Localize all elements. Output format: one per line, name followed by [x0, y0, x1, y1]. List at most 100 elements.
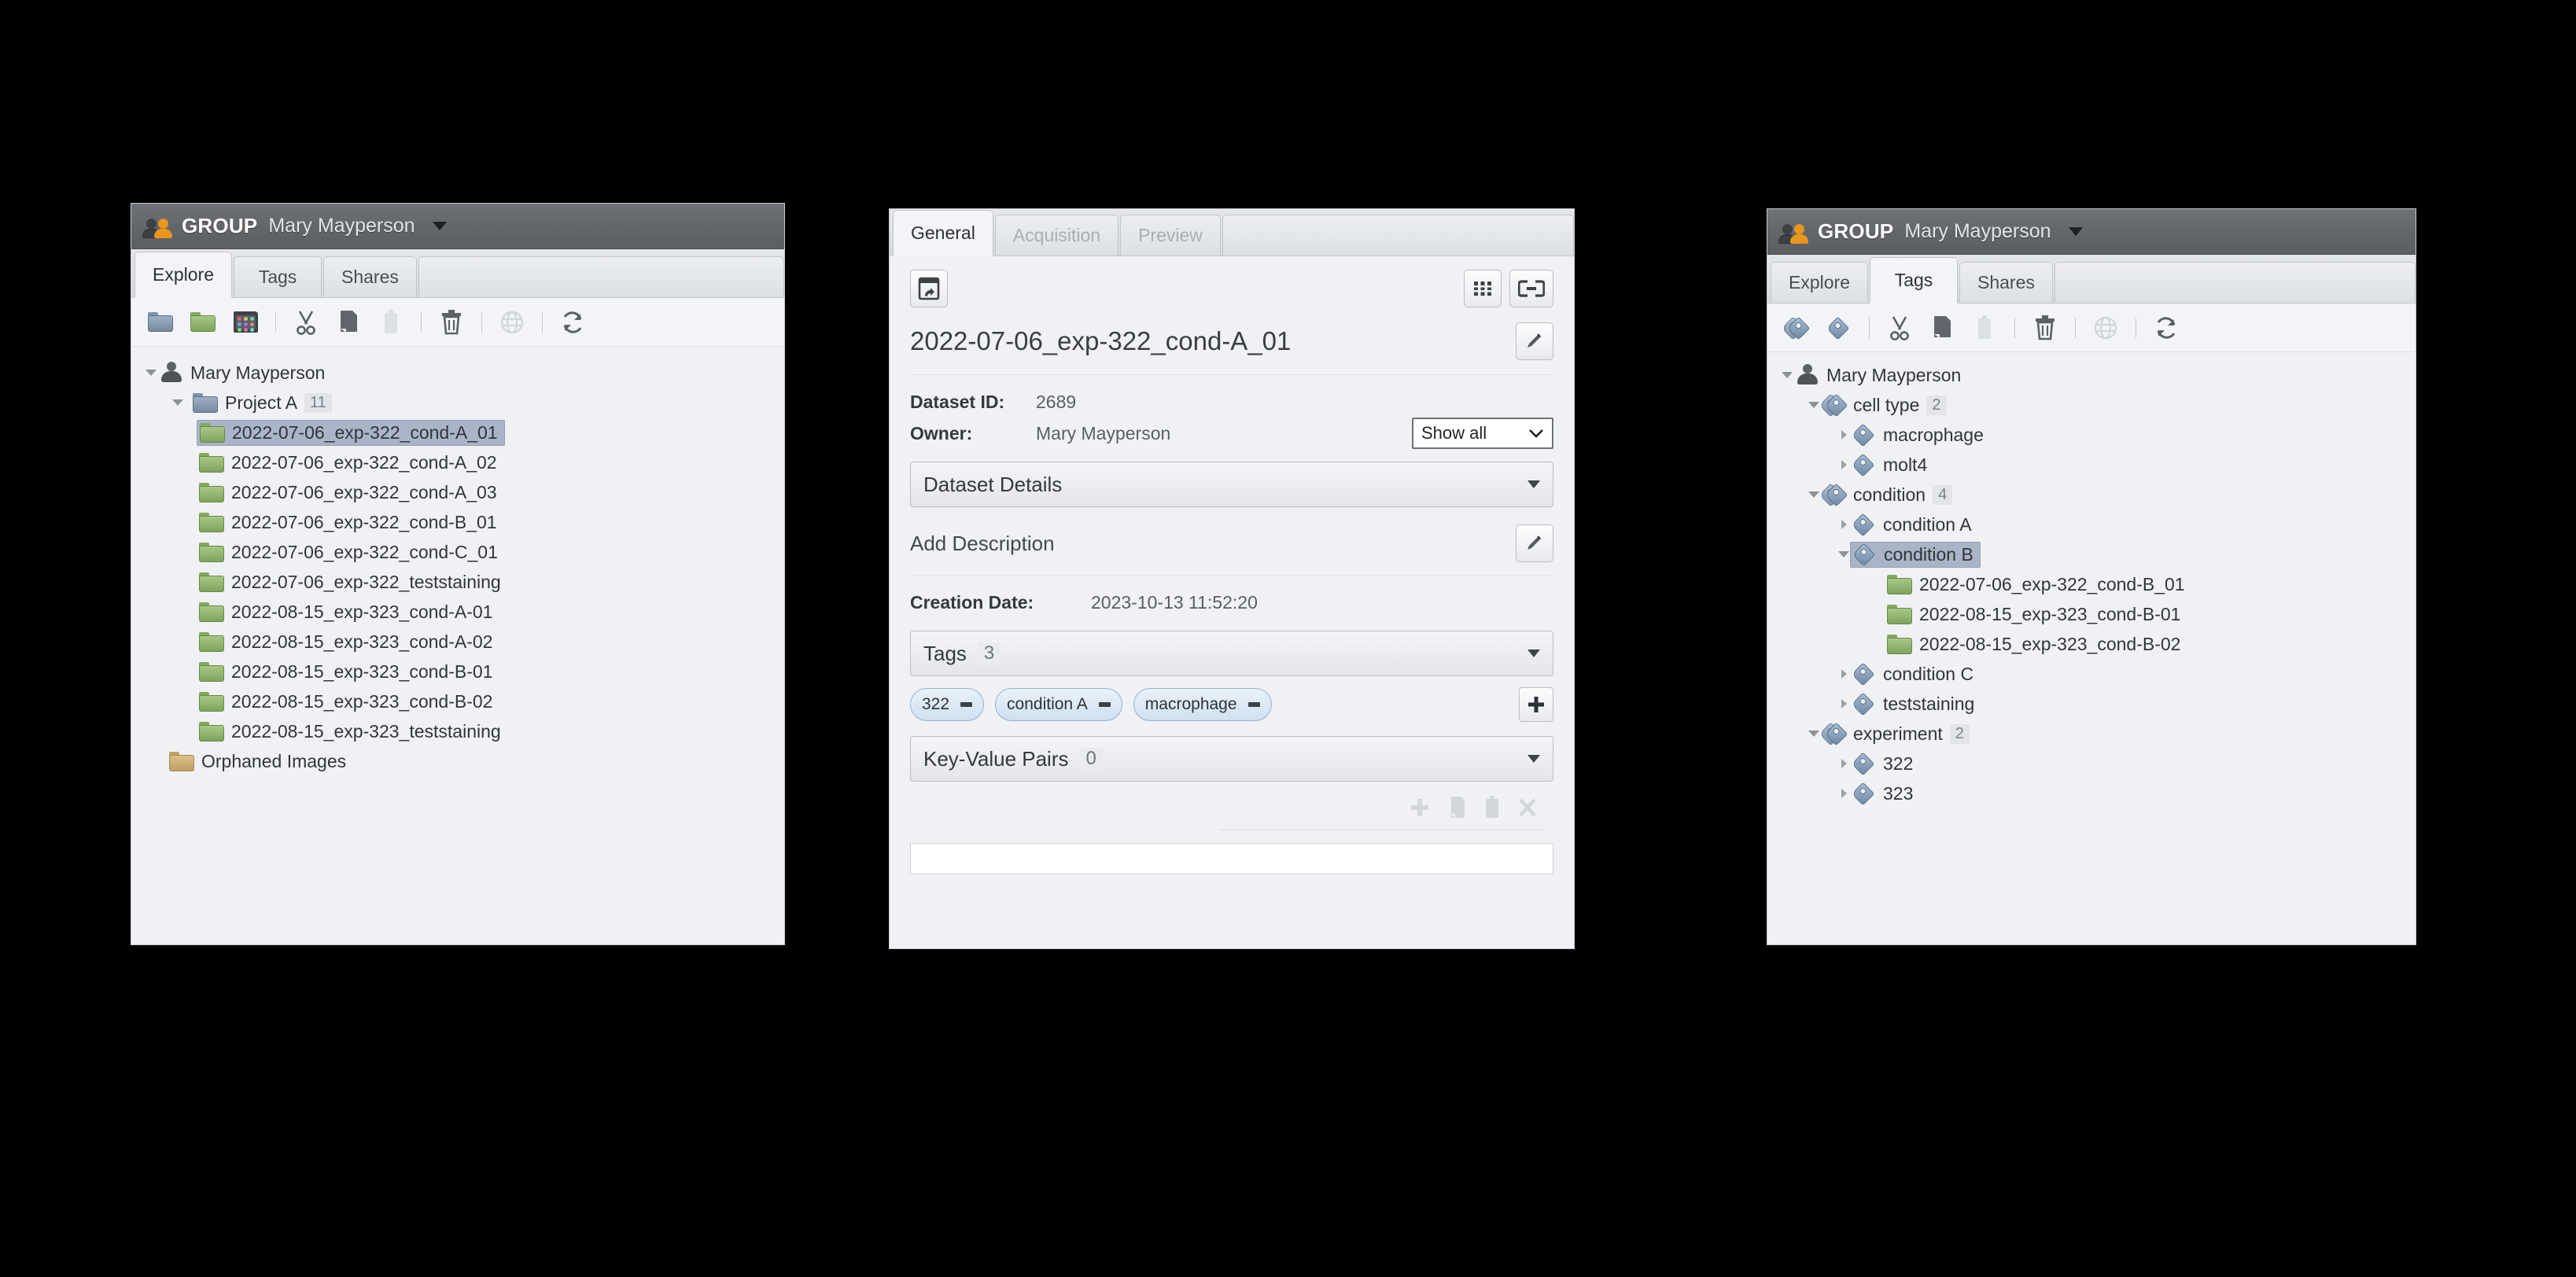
tag-set-icon: [1819, 483, 1848, 507]
remove-tag-icon[interactable]: [1247, 702, 1260, 707]
tag-set-icon: [1819, 722, 1848, 746]
remove-tag-icon[interactable]: [1098, 702, 1111, 707]
dataset-title-row: 2022-07-06_exp-322_cond-A_01: [890, 315, 1574, 360]
dataset-folder-icon: [1887, 574, 1912, 594]
tag-chip[interactable]: condition A: [995, 688, 1122, 721]
new-project-icon[interactable]: [141, 304, 180, 341]
tree-item-tag[interactable]: 322: [1767, 749, 2416, 778]
tree-item-dataset[interactable]: 2022-07-06_exp-322_cond-B_01: [131, 507, 784, 537]
dataset-folder-icon: [199, 542, 224, 562]
tree-root-user[interactable]: Mary Mayperson: [131, 358, 784, 388]
key-value-pairs-accordion[interactable]: Key-Value Pairs 0: [910, 736, 1553, 782]
kvp-input-area[interactable]: [910, 843, 1553, 874]
left-panel-tabs: Explore Tags Shares: [131, 249, 784, 298]
tags-accordion[interactable]: Tags 3: [910, 631, 1553, 676]
remove-tag-icon[interactable]: [960, 702, 973, 707]
chevron-down-icon[interactable]: [142, 370, 160, 376]
tab-acquisition[interactable]: Acquisition: [994, 215, 1119, 256]
tree-item-dataset[interactable]: 2022-07-06_exp-322_teststaining: [131, 567, 784, 597]
tree-item-tag[interactable]: 323: [1767, 778, 2416, 808]
chevron-down-icon: [1528, 755, 1540, 763]
owner-value: Mary Mayperson: [1036, 422, 1171, 443]
tab-explore[interactable]: Explore: [135, 252, 232, 297]
tree-item-dataset[interactable]: 2022-08-15_exp-323_teststaining: [131, 716, 784, 746]
link-icon[interactable]: [1509, 270, 1553, 307]
tags-panel: GROUP Mary Mayperson Explore Tags Shares: [1767, 208, 2416, 945]
add-tag-icon[interactable]: [1519, 687, 1553, 722]
edit-name-icon[interactable]: [1516, 322, 1553, 360]
refresh-icon[interactable]: [2147, 309, 2186, 347]
tag-label: condition B: [1884, 543, 1973, 565]
tree-item-dataset[interactable]: 2022-07-06_exp-322_cond-A_01: [131, 418, 784, 447]
open-in-viewer-icon[interactable]: [910, 270, 948, 307]
edit-description-icon[interactable]: [1516, 524, 1553, 562]
group-label: GROUP: [1818, 219, 1894, 243]
dataset-folder-icon: [199, 691, 224, 712]
chevron-down-icon[interactable]: [1778, 372, 1796, 378]
cut-icon[interactable]: [286, 304, 326, 341]
add-description-label[interactable]: Add Description: [910, 532, 1055, 556]
tree-item-project[interactable]: Project A 11: [131, 388, 784, 418]
tag-icon: [1851, 692, 1876, 716]
dataset-title: 2022-07-06_exp-322_cond-A_01: [910, 326, 1292, 355]
tab-general[interactable]: General: [893, 210, 993, 256]
tree-item-dataset[interactable]: 2022-08-15_exp-323_cond-A-02: [131, 627, 784, 657]
group-chevron-down-icon[interactable]: [432, 222, 447, 230]
tab-tags[interactable]: Tags: [233, 256, 322, 297]
tree-item-tag[interactable]: molt4: [1767, 450, 2416, 480]
chevron-down-icon[interactable]: [1805, 731, 1822, 737]
group-chevron-down-icon[interactable]: [2068, 227, 2083, 236]
new-tagset-icon[interactable]: [1777, 309, 1816, 347]
divider: [910, 575, 1553, 576]
thumbnail-grid-icon[interactable]: [1464, 270, 1502, 307]
tree-item-tag[interactable]: condition B: [1767, 539, 2416, 569]
tag-label: condition C: [1883, 663, 1974, 684]
tree-item-dataset[interactable]: 2022-07-06_exp-322_cond-A_02: [131, 447, 784, 477]
tree-item-dataset[interactable]: 2022-07-06_exp-322_cond-B_01: [1767, 569, 2416, 599]
chevron-down-icon[interactable]: [1805, 491, 1822, 498]
tree-item-dataset[interactable]: 2022-08-15_exp-323_cond-B-02: [131, 686, 784, 716]
tag-chip[interactable]: macrophage: [1133, 688, 1272, 721]
tab-explore[interactable]: Explore: [1771, 262, 1868, 303]
toolbar-separator: [2075, 317, 2076, 338]
cut-icon[interactable]: [1880, 309, 1919, 347]
tree-item-dataset[interactable]: 2022-08-15_exp-323_cond-B-01: [131, 657, 784, 686]
tree-item-tagset[interactable]: condition 4: [1767, 480, 2416, 510]
tree-item-tag[interactable]: condition A: [1767, 510, 2416, 539]
new-dataset-icon[interactable]: [183, 304, 223, 341]
tag-chip[interactable]: 322: [910, 688, 985, 721]
delete-icon[interactable]: [2025, 309, 2065, 347]
tab-tags[interactable]: Tags: [1869, 257, 1958, 303]
publish-icon: [492, 304, 532, 341]
new-tag-icon[interactable]: [1819, 309, 1859, 347]
refresh-icon[interactable]: [553, 304, 592, 341]
delete-icon[interactable]: [432, 304, 471, 341]
tree-item-dataset[interactable]: 2022-08-15_exp-323_cond-A-01: [131, 597, 784, 627]
tree-item-dataset[interactable]: 2022-08-15_exp-323_cond-B-02: [1767, 629, 2416, 659]
tree-item-tag[interactable]: teststaining: [1767, 689, 2416, 719]
tree-item-tagset[interactable]: cell type 2: [1767, 390, 2416, 420]
tab-shares[interactable]: Shares: [1959, 262, 2053, 303]
kvp-label: Key-Value Pairs: [923, 746, 1069, 771]
dataset-details-accordion[interactable]: Dataset Details: [910, 462, 1553, 507]
tree-item-tag[interactable]: condition C: [1767, 659, 2416, 689]
dataset-folder-icon: [199, 661, 224, 682]
project-label: Project A: [225, 392, 298, 413]
copy-icon[interactable]: [329, 304, 368, 341]
kvp-count: 0: [1079, 748, 1103, 770]
tab-preview[interactable]: Preview: [1120, 215, 1221, 256]
field-owner: Owner: Mary Mayperson Show all: [890, 418, 1574, 449]
new-screen-icon[interactable]: [226, 304, 265, 341]
tree-item-dataset[interactable]: 2022-07-06_exp-322_cond-C_01: [131, 537, 784, 567]
tree-item-orphaned-images[interactable]: Orphaned Images: [131, 746, 784, 776]
show-filter-select[interactable]: Show all: [1412, 418, 1553, 449]
chevron-down-icon[interactable]: [1805, 402, 1822, 408]
tree-item-dataset[interactable]: 2022-07-06_exp-322_cond-A_03: [131, 477, 784, 507]
chevron-down-icon[interactable]: [169, 399, 186, 406]
tree-item-tag[interactable]: macrophage: [1767, 420, 2416, 450]
tab-shares[interactable]: Shares: [322, 256, 417, 297]
tree-item-dataset[interactable]: 2022-08-15_exp-323_cond-B-01: [1767, 599, 2416, 629]
tree-item-tagset[interactable]: experiment 2: [1767, 719, 2416, 749]
copy-icon[interactable]: [1922, 309, 1962, 347]
tree-root-user[interactable]: Mary Mayperson: [1767, 360, 2416, 390]
